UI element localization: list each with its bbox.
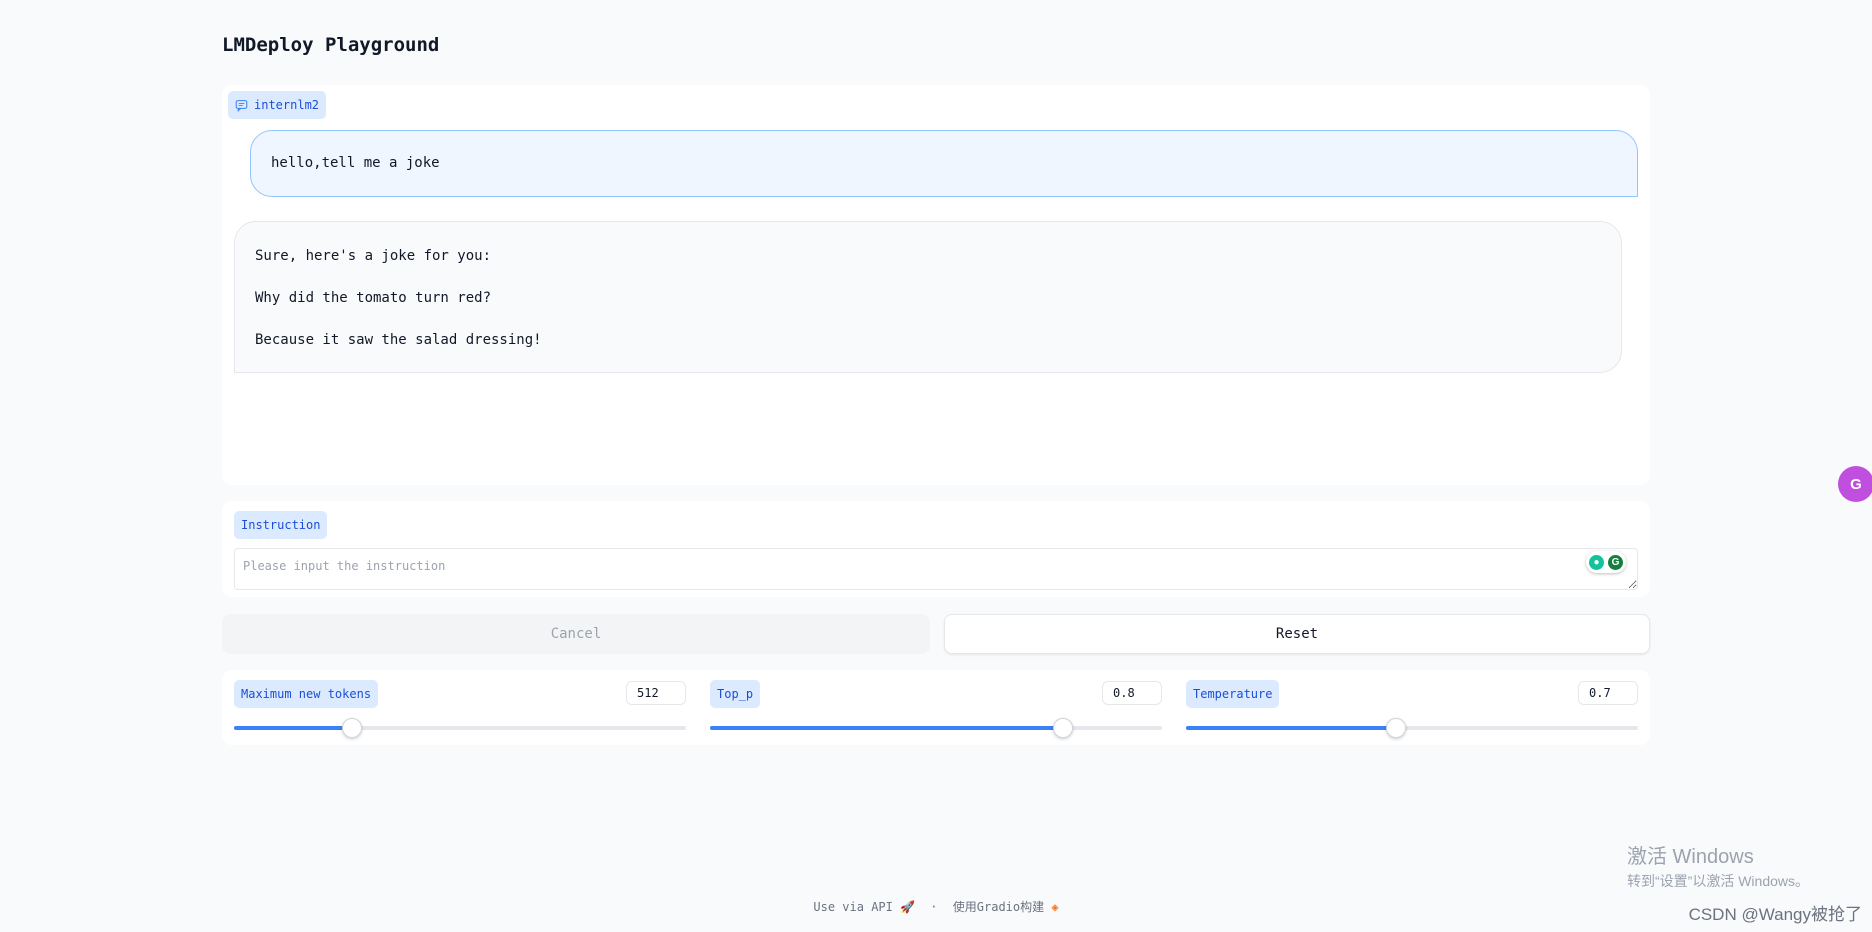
top-p-input[interactable] <box>1102 681 1162 705</box>
slider-track[interactable] <box>710 718 1162 738</box>
slider-label-chip: Top_p <box>710 680 761 708</box>
gradio-logo-icon: ◈ <box>1051 900 1059 914</box>
slider-label: Top_p <box>717 687 754 701</box>
slider-label-chip: Maximum new tokens <box>234 680 379 708</box>
windows-activation-title: 激活 Windows <box>1627 846 1754 868</box>
slider-label: Temperature <box>1193 687 1273 701</box>
instruction-panel: Instruction ● G <box>222 501 1650 597</box>
slider-thumb[interactable] <box>1052 718 1073 738</box>
footer-separator: · <box>930 900 938 914</box>
chatbot-label-chip: internlm2 <box>228 91 327 119</box>
bot-message: Sure, here's a joke for you: Why did the… <box>234 221 1622 373</box>
slider-fill <box>710 726 1063 730</box>
translate-icon[interactable]: G <box>1838 466 1872 502</box>
bot-message-line: Why did the tomato turn red? <box>255 290 492 306</box>
slider-track[interactable] <box>234 718 686 738</box>
sliders-panel: Maximum new tokens Top_p Temperature <box>222 670 1650 745</box>
instruction-input[interactable] <box>234 548 1638 590</box>
chatbot-panel: internlm2 hello,tell me a joke Sure, her… <box>222 85 1650 485</box>
grammarly-widget[interactable]: ● G <box>1586 551 1626 573</box>
rocket-icon: 🚀 <box>900 900 916 914</box>
max-new-tokens-input[interactable] <box>626 681 686 705</box>
instruction-label: Instruction <box>241 518 321 532</box>
chat-icon <box>235 99 248 112</box>
chatbot-label: internlm2 <box>254 98 320 112</box>
slider-temperature: Temperature <box>1186 680 1638 740</box>
slider-label-chip: Temperature <box>1186 680 1280 708</box>
slider-top-p: Top_p <box>710 680 1162 740</box>
windows-activation-watermark: 激活 Windows 转到“设置”以激活 Windows。 <box>1627 840 1809 891</box>
reset-button[interactable]: Reset <box>944 614 1650 654</box>
cancel-button[interactable]: Cancel <box>222 614 930 654</box>
instruction-label-chip: Instruction <box>234 511 328 539</box>
page-title: LMDeploy Playground <box>222 34 440 56</box>
user-message: hello,tell me a joke <box>250 130 1638 197</box>
slider-fill <box>1186 726 1397 730</box>
bot-message-line: Sure, here's a joke for you: <box>255 248 492 264</box>
built-with-gradio-link[interactable]: 使用Gradio构建 <box>953 900 1044 914</box>
bot-message-line: Because it saw the salad dressing! <box>255 332 542 348</box>
slider-max-new-tokens: Maximum new tokens <box>234 680 686 740</box>
slider-fill <box>234 726 352 730</box>
use-via-api-link[interactable]: Use via API <box>813 900 892 914</box>
slider-track[interactable] <box>1186 718 1638 738</box>
slider-label: Maximum new tokens <box>241 687 372 701</box>
footer: Use via API 🚀 · 使用Gradio构建 ◈ <box>0 898 1872 915</box>
windows-activation-subtitle: 转到“设置”以激活 Windows。 <box>1627 873 1810 889</box>
csdn-watermark: CSDN @Wangy被抢了 <box>1688 905 1862 924</box>
slider-thumb[interactable] <box>341 718 362 738</box>
temperature-input[interactable] <box>1578 681 1638 705</box>
slider-thumb[interactable] <box>1386 718 1407 738</box>
grammarly-icon[interactable]: G <box>1608 554 1623 570</box>
lightbulb-icon[interactable]: ● <box>1589 554 1604 570</box>
